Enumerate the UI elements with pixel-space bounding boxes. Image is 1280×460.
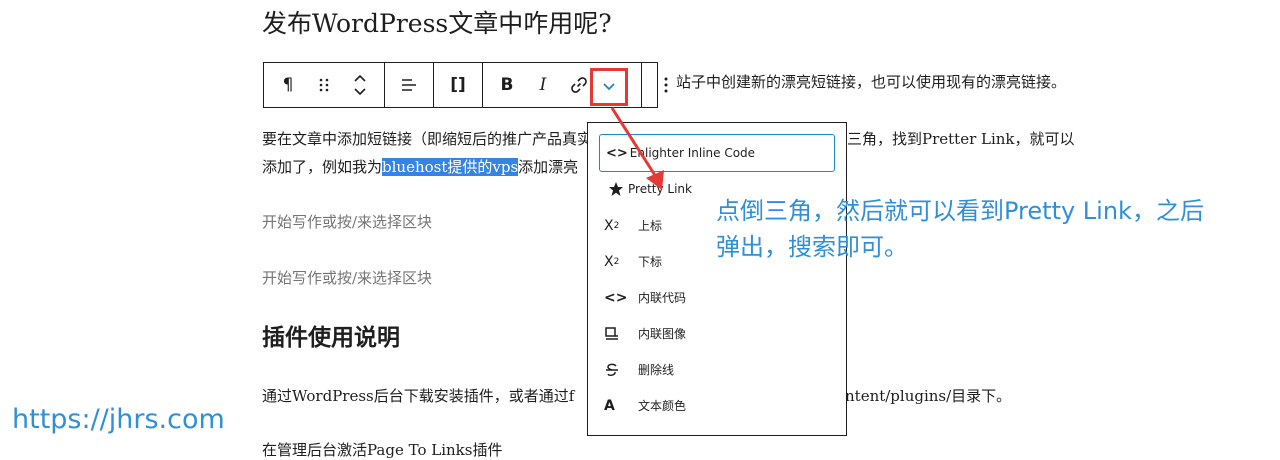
annotation-line-1: 点倒三角，然后就可以看到Pretty Link，之后: [716, 197, 1204, 225]
italic-button[interactable]: I: [525, 67, 561, 103]
post-title-line[interactable]: 发布WordPress文章中咋用呢?: [262, 4, 612, 40]
toolbar-group-block: ¶: [264, 63, 385, 107]
annotation-line-2: 弹出，搜索即可。: [716, 233, 908, 261]
watermark-url: https://jhrs.com: [12, 404, 225, 435]
subscript-icon: X2: [604, 253, 620, 270]
menu-item-inline-code[interactable]: <> 内联代码: [604, 289, 686, 306]
paragraph-2-line2-end: 添加漂亮: [518, 158, 579, 176]
paragraph-2-line2[interactable]: 添加了，例如我为bluehost提供的vps添加漂亮: [262, 156, 578, 177]
menu-item-inline-image[interactable]: 内联图像: [604, 325, 686, 342]
menu-item-strikethrough[interactable]: 删除线: [604, 361, 674, 378]
toolbar-group-align: [385, 63, 434, 107]
menu-item-label: 上标: [638, 219, 663, 233]
menu-item-label: 文本颜色: [638, 399, 687, 413]
menu-item-label: 下标: [638, 255, 663, 269]
menu-item-subscript[interactable]: X2 下标: [604, 253, 662, 270]
menu-item-label: 内联图像: [638, 327, 687, 341]
menu-item-superscript[interactable]: X2 上标: [604, 217, 662, 234]
section-heading[interactable]: 插件使用说明: [262, 318, 400, 352]
code-icon: <>: [604, 289, 628, 306]
paragraph-3-end[interactable]: ntent/plugins/目录下。: [845, 385, 1011, 406]
text-color-icon: A: [604, 397, 615, 414]
bold-button[interactable]: B: [489, 67, 525, 103]
block-placeholder-1[interactable]: 开始写作或按/来选择区块: [262, 211, 432, 232]
paragraph-3-start[interactable]: 通过WordPress后台下载安装插件，或者通过f: [262, 385, 574, 406]
menu-item-label: 内联代码: [638, 291, 687, 305]
paragraph-1-tail[interactable]: 站子中创建新的漂亮短链接，也可以使用现有的漂亮链接。: [676, 71, 1066, 92]
bracket-button[interactable]: []: [440, 67, 476, 103]
inline-image-icon: [604, 326, 626, 342]
paragraph-2-line2-start: 添加了，例如我为: [262, 158, 383, 176]
annotation-text: 点倒三角，然后就可以看到Pretty Link，之后 弹出，搜索即可。: [716, 193, 1204, 265]
more-vertical-icon[interactable]: [648, 67, 684, 103]
pilcrow-icon[interactable]: ¶: [270, 67, 306, 103]
align-left-icon[interactable]: [391, 67, 427, 103]
paragraph-2-line1-end[interactable]: 倒三角，找到Pretter Link，就可以: [832, 128, 1075, 149]
paragraph-2-line1-start[interactable]: 要在文章中添加短链接（即缩短后的推广产品真实: [262, 128, 592, 149]
move-up-down-icon[interactable]: [342, 67, 378, 103]
menu-item-label: 删除线: [638, 363, 675, 377]
menu-item-text-color[interactable]: A 文本颜色: [604, 397, 686, 414]
chevron-down-icon: [603, 83, 615, 91]
drag-handle-icon[interactable]: [306, 67, 342, 103]
strikethrough-icon: [604, 362, 626, 378]
toolbar-group-shortcode: []: [434, 63, 483, 107]
selected-text[interactable]: bluehost提供的vps: [382, 158, 519, 176]
superscript-icon: X2: [604, 217, 620, 234]
block-placeholder-2[interactable]: 开始写作或按/来选择区块: [262, 267, 432, 288]
annotation-arrow-icon: [610, 107, 664, 190]
